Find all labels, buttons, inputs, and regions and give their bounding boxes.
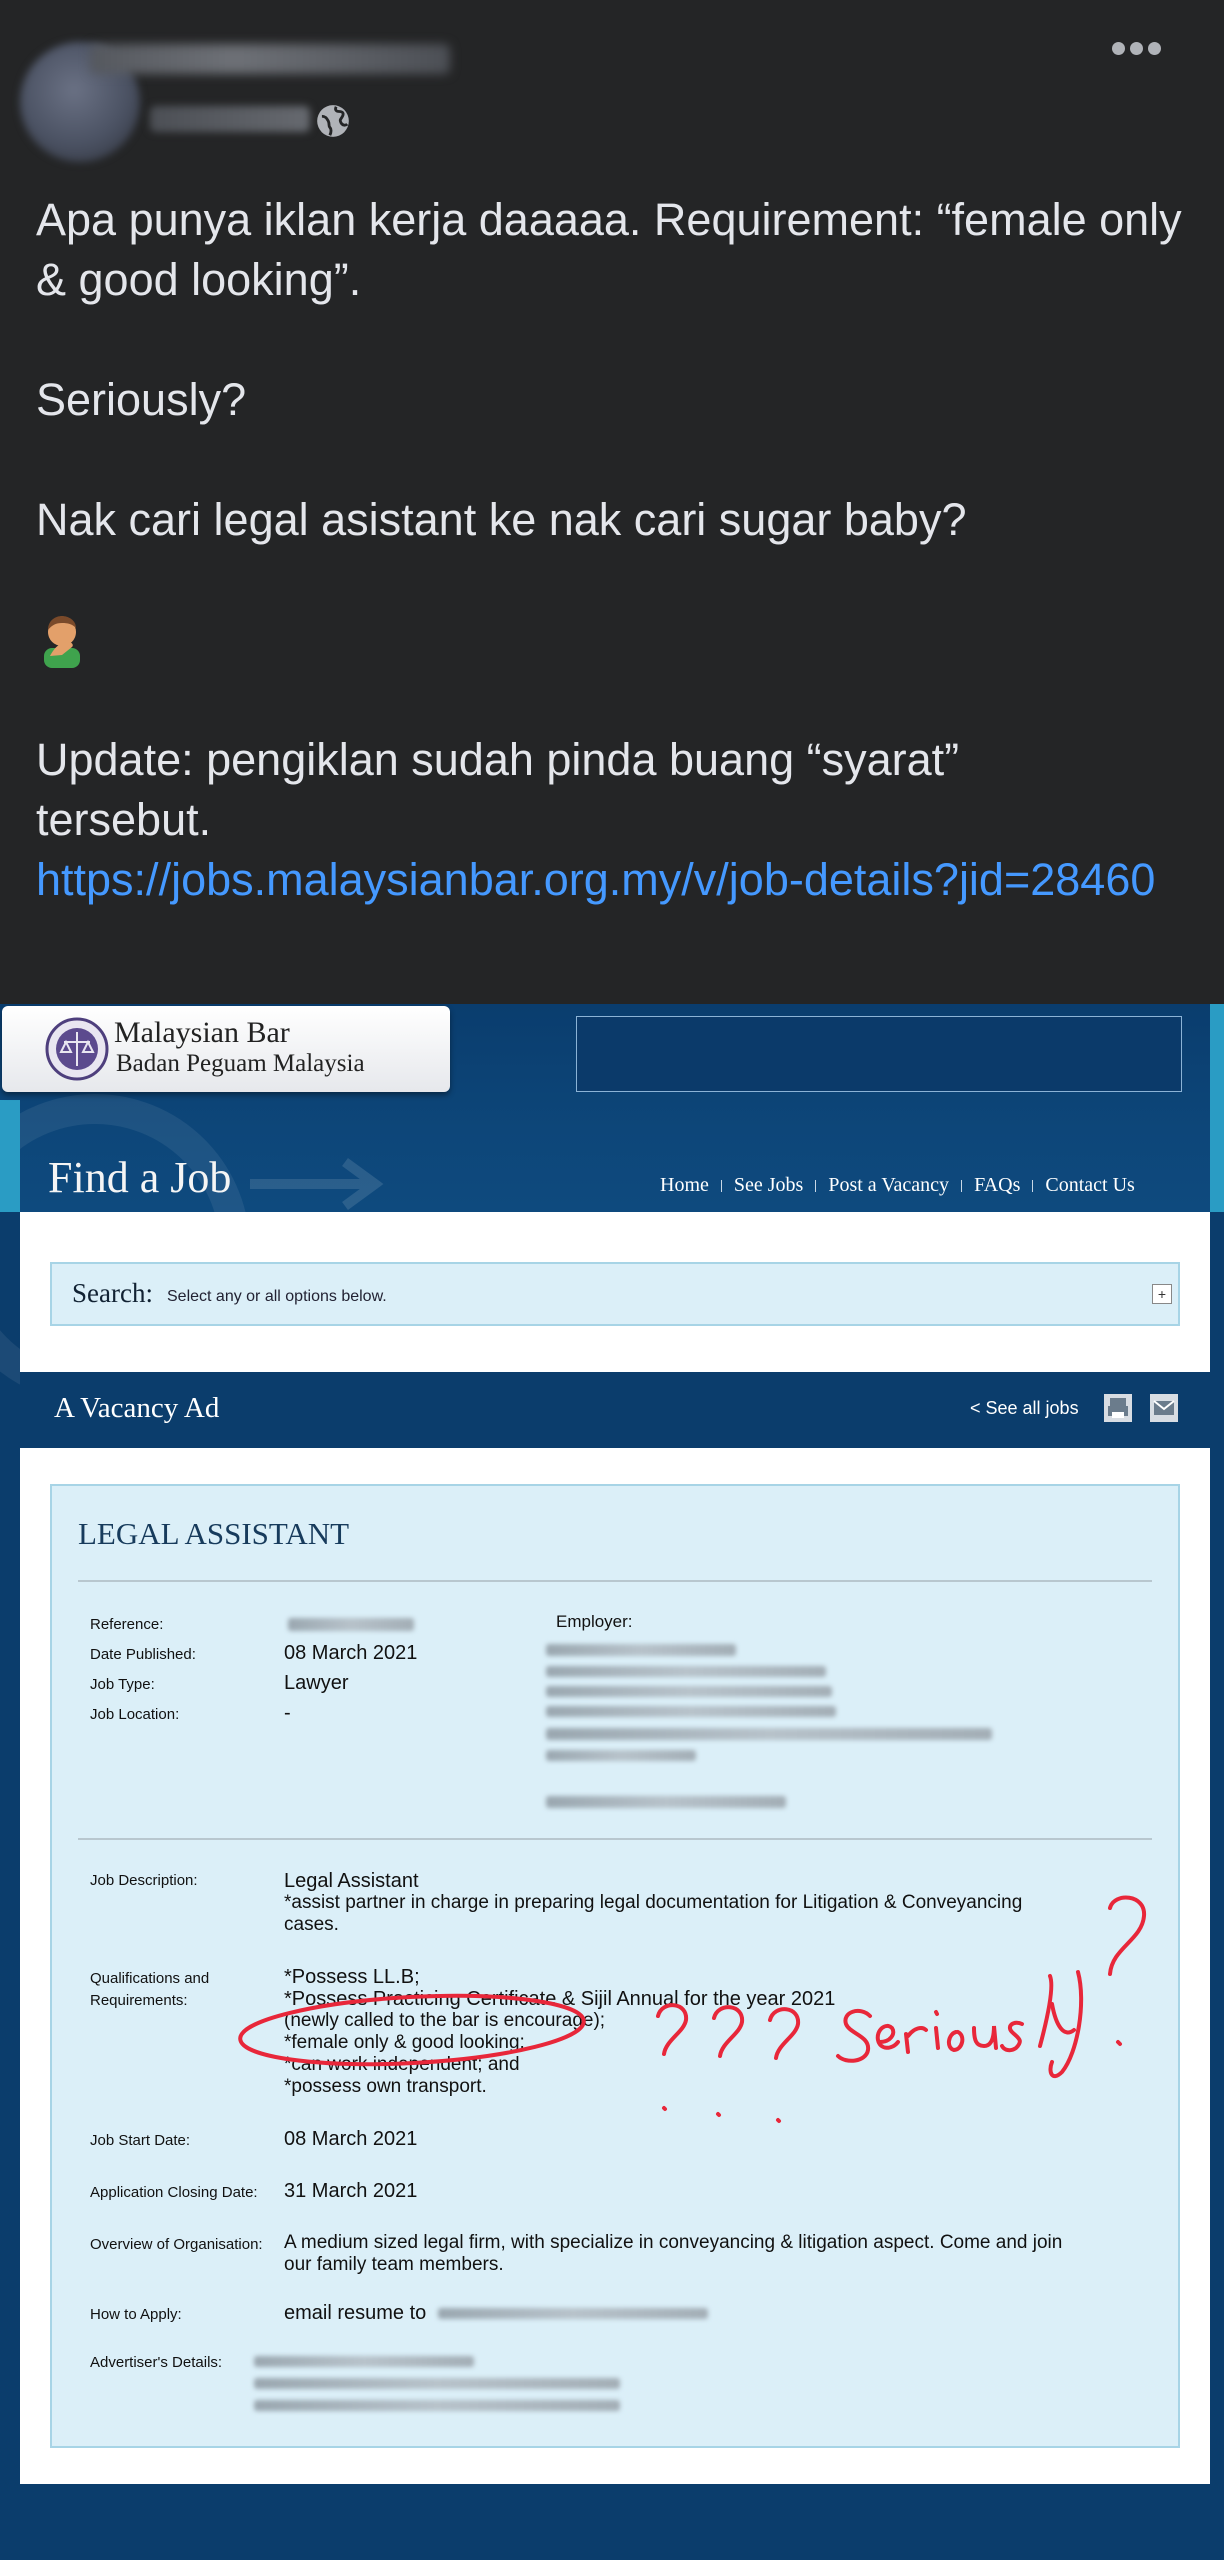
overview-label: Overview of Organisation: (90, 2236, 263, 2253)
post-update-line-1: Update: pengiklan sudah pinda buang “sya… (36, 734, 960, 785)
nav-faqs[interactable]: FAQs (974, 1174, 1020, 1196)
nav-contact-us[interactable]: Contact Us (1045, 1174, 1134, 1196)
logo-subtitle: Badan Peguam Malaysia (116, 1050, 365, 1077)
more-options-icon[interactable] (1112, 42, 1166, 64)
social-post: Apa punya iklan kerja daaaaa. Requiremen… (0, 0, 1224, 1004)
qualifications-label-2: Requirements: (90, 1992, 188, 2009)
facepalm-emoji-icon (44, 616, 80, 668)
job-description-label: Job Description: (90, 1872, 198, 1889)
job-detail-card: LEGAL ASSISTANT Reference: Date Publishe… (50, 1484, 1180, 2448)
employer-label: Employer: (556, 1612, 633, 1631)
site-banner: Malaysian Bar Badan Peguam Malaysia Find… (0, 1004, 1224, 1404)
divider (78, 1580, 1152, 1582)
print-icon[interactable] (1104, 1394, 1132, 1422)
job-type-value: Lawyer (284, 1672, 349, 1694)
globe-icon (317, 105, 349, 137)
nav-home[interactable]: Home (660, 1174, 709, 1196)
see-all-jobs-link[interactable]: < See all jobs (970, 1398, 1079, 1419)
employer-line-redacted (546, 1728, 992, 1740)
closing-date-label: Application Closing Date: (90, 2184, 258, 2201)
site-footer (20, 2484, 1210, 2544)
search-label: Search: (72, 1278, 153, 1308)
reference-value-redacted (288, 1618, 414, 1631)
requirement-item: (newly called to the bar is encourage); (284, 2010, 606, 2031)
post-update-line-2: tersebut. (36, 794, 212, 845)
job-type-label: Job Type: (90, 1676, 155, 1693)
job-page: Search: Select any or all options below.… (20, 1212, 1210, 2488)
expand-search-button[interactable]: + (1152, 1284, 1172, 1304)
description-line-2: *assist partner in charge in preparing l… (284, 1892, 1023, 1913)
post-line-2: Seriously? (36, 374, 247, 425)
post-line-1: Apa punya iklan kerja daaaaa. Requiremen… (36, 194, 1182, 305)
employer-line-redacted (546, 1706, 836, 1717)
requirement-item: *Possess Practicing Certificate & Sijil … (284, 1988, 836, 2010)
job-ad-screenshot: Malaysian Bar Badan Peguam Malaysia Find… (0, 1004, 1224, 2560)
date-published-label: Date Published: (90, 1646, 196, 1663)
job-start-date-label: Job Start Date: (90, 2132, 191, 2149)
malaysian-bar-seal-icon (45, 1017, 109, 1081)
site-logo[interactable]: Malaysian Bar Badan Peguam Malaysia (2, 1006, 450, 1092)
employer-line-redacted (546, 1666, 826, 1677)
post-link[interactable]: https://jobs.malaysianbar.org.my/v/job-d… (36, 850, 1186, 910)
advertiser-line-redacted (254, 2378, 620, 2389)
overview-line-1: A medium sized legal firm, with speciali… (284, 2232, 1063, 2253)
employer-line-redacted (546, 1644, 736, 1656)
advertiser-line-redacted (254, 2400, 620, 2411)
requirement-item: *Possess LL.B; (284, 1966, 420, 1988)
job-search-panel[interactable]: Search: Select any or all options below.… (50, 1262, 1180, 1326)
divider (78, 1838, 1152, 1840)
arrow-decoration-icon (250, 1157, 384, 1211)
reference-label: Reference: (90, 1616, 164, 1633)
overview-line-2: our family team members. (284, 2254, 504, 2275)
employer-line-redacted (546, 1796, 786, 1808)
job-location-label: Job Location: (90, 1706, 180, 1723)
employer-line-redacted (546, 1686, 832, 1697)
date-published-value: 08 March 2021 (284, 1642, 418, 1664)
requirement-item: *can work independent; and (284, 2054, 520, 2075)
closing-date-value: 31 March 2021 (284, 2180, 418, 2202)
description-line-1: Legal Assistant (284, 1870, 419, 1892)
job-location-value: - (284, 1702, 291, 1724)
how-to-apply-value: email resume to (284, 2302, 427, 2324)
post-body: Apa punya iklan kerja daaaaa. Requiremen… (36, 190, 1186, 910)
qualifications-label: Qualifications and (90, 1970, 210, 1987)
banner-accent-left (0, 1100, 20, 1212)
site-search-box[interactable] (576, 1016, 1182, 1092)
email-icon[interactable] (1150, 1394, 1178, 1422)
description-line-3: cases. (284, 1914, 339, 1935)
nav-see-jobs[interactable]: See Jobs (734, 1174, 803, 1196)
search-hint: Select any or all options below. (167, 1288, 387, 1305)
requirement-item: *possess own transport. (284, 2076, 487, 2097)
advertiser-label: Advertiser's Details: (90, 2354, 223, 2371)
nav-post-vacancy[interactable]: Post a Vacancy (828, 1174, 949, 1196)
logo-title: Malaysian Bar (114, 1016, 290, 1049)
post-line-3: Nak cari legal asistant ke nak cari suga… (36, 494, 967, 545)
timestamp-redacted[interactable] (150, 106, 310, 132)
banner-accent-right (1210, 1004, 1224, 1212)
advertiser-line-redacted (254, 2356, 474, 2367)
site-nav: Home See Jobs Post a Vacancy FAQs Contact Us (660, 1174, 1135, 1197)
job-title: LEGAL ASSISTANT (78, 1516, 350, 1551)
email-redacted (438, 2308, 708, 2319)
employer-line-redacted (546, 1750, 696, 1761)
page-heading: Find a Job (48, 1153, 232, 1202)
vacancy-heading: A Vacancy Ad (54, 1392, 220, 1424)
vacancy-header: A Vacancy Ad < See all jobs (20, 1372, 1210, 1448)
how-to-apply-label: How to Apply: (90, 2306, 182, 2323)
requirement-item: *female only & good looking; (284, 2032, 525, 2053)
job-start-date-value: 08 March 2021 (284, 2128, 418, 2150)
author-name-redacted[interactable] (90, 44, 450, 74)
